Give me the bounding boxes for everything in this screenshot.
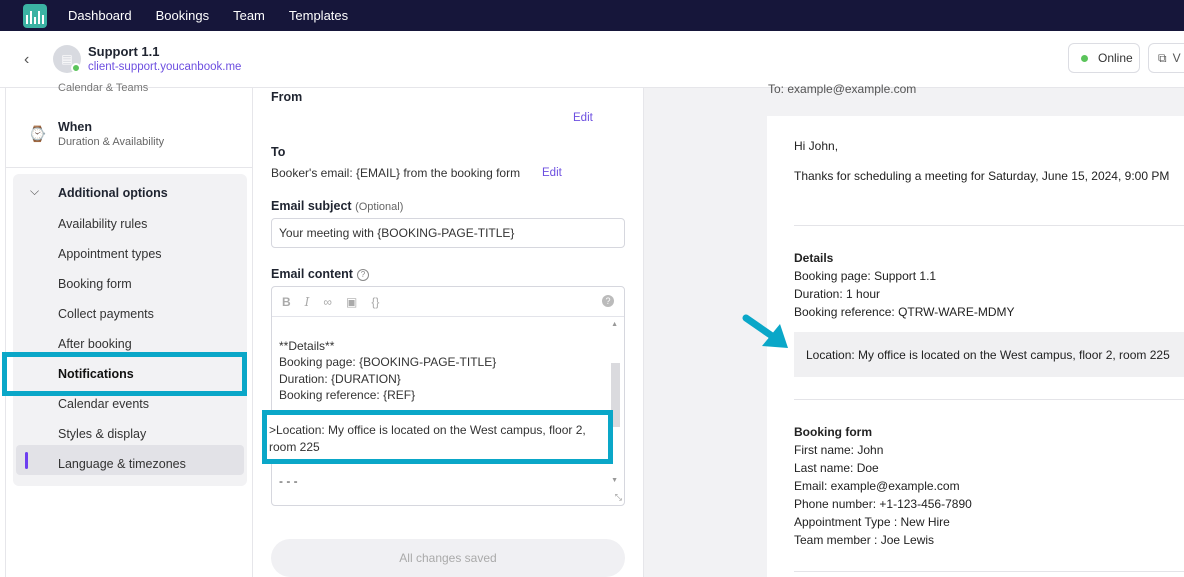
email-preview-panel: To: example@example.com Hi John, Thanks … bbox=[643, 82, 1184, 577]
scroll-down-icon[interactable]: ▼ bbox=[611, 477, 618, 484]
details-line: Duration: 1 hour bbox=[794, 287, 881, 301]
save-button[interactable]: All changes saved bbox=[271, 539, 625, 577]
form-line: Last name: Doe bbox=[794, 461, 879, 475]
form-line: Appointment Type : New Hire bbox=[794, 515, 950, 529]
sidebar-item-collect-payments[interactable]: Collect payments bbox=[58, 307, 154, 321]
details-line: Booking reference: QTRW-WARE-MDMY bbox=[794, 305, 1015, 319]
email-preview-card: Hi John, Thanks for scheduling a meeting… bbox=[767, 116, 1184, 577]
divider bbox=[794, 571, 1184, 572]
booking-form-title: Booking form bbox=[794, 425, 872, 439]
form-line: First name: John bbox=[794, 443, 884, 457]
content-line: Booking page: {BOOKING-PAGE-TITLE} bbox=[279, 355, 497, 369]
arrow-annotation-icon bbox=[742, 314, 788, 348]
content-line: - - - bbox=[279, 474, 298, 488]
details-line: Booking page: Support 1.1 bbox=[794, 269, 937, 283]
view-page-button[interactable]: ⧉ V bbox=[1148, 43, 1184, 73]
location-line: >Location: My office is located on the W… bbox=[269, 423, 586, 454]
formatting-toolbar: B I ∞ ▣ {} ? bbox=[272, 287, 624, 317]
resize-handle-icon[interactable]: ⤡ bbox=[615, 492, 622, 503]
to-text: Booker's email: {EMAIL} from the booking… bbox=[271, 166, 521, 180]
additional-options-title[interactable]: Additional options bbox=[13, 186, 168, 200]
from-edit-link[interactable]: Edit bbox=[573, 112, 593, 124]
code-icon[interactable]: {} bbox=[371, 295, 379, 309]
scroll-up-icon[interactable]: ▲ bbox=[611, 321, 618, 328]
preview-to-line: To: example@example.com bbox=[768, 82, 917, 96]
page-header: ‹ ▤ Support 1.1 client-support.youcanboo… bbox=[0, 31, 1184, 88]
divider bbox=[794, 399, 1184, 400]
when-subtitle: Duration & Availability bbox=[58, 136, 165, 148]
help-icon[interactable]: ? bbox=[356, 268, 369, 281]
subject-input[interactable]: Your meeting with {BOOKING-PAGE-TITLE} bbox=[271, 218, 625, 248]
online-status-button[interactable]: Online bbox=[1068, 43, 1140, 73]
preview-location: Location: My office is located on the We… bbox=[806, 348, 1170, 362]
link-icon[interactable]: ∞ bbox=[323, 295, 332, 309]
location-band: Location: My office is located on the We… bbox=[794, 332, 1184, 377]
notifications-highlight-box bbox=[2, 352, 247, 396]
view-label: V bbox=[1172, 51, 1181, 65]
when-title: When bbox=[58, 120, 93, 134]
image-icon[interactable]: ▣ bbox=[346, 295, 357, 309]
status-dot bbox=[71, 63, 81, 73]
sidebar-item-calendar-events[interactable]: Calendar events bbox=[58, 397, 149, 411]
content-label: Email content? bbox=[271, 267, 369, 281]
page-url-link[interactable]: client-support.youcanbook.me bbox=[88, 61, 241, 73]
sidebar-item-booking-form[interactable]: Booking form bbox=[58, 277, 132, 291]
divider bbox=[794, 225, 1184, 226]
sidebar-item-after-booking[interactable]: After booking bbox=[58, 337, 132, 351]
back-icon[interactable]: ‹ bbox=[24, 51, 29, 69]
bold-icon[interactable]: B bbox=[282, 295, 291, 309]
sidebar-item-appointment-types[interactable]: Appointment types bbox=[58, 247, 162, 261]
italic-icon[interactable]: I bbox=[305, 295, 310, 309]
form-line: Email: example@example.com bbox=[794, 479, 960, 493]
to-edit-link[interactable]: Edit bbox=[542, 167, 562, 179]
content-label-text: Email content bbox=[271, 267, 353, 281]
content-line: Booking reference: {REF} bbox=[279, 388, 416, 402]
sidebar-item-availability-rules[interactable]: Availability rules bbox=[58, 217, 147, 231]
form-line: Team member : Joe Lewis bbox=[794, 533, 935, 547]
sidebar-item-when[interactable]: ⌚ When Duration & Availability bbox=[6, 116, 252, 168]
nav-dashboard[interactable]: Dashboard bbox=[68, 8, 132, 23]
online-label: Online bbox=[1098, 51, 1133, 65]
preview-intro: Thanks for scheduling a meeting for Satu… bbox=[794, 169, 1170, 183]
nav-templates[interactable]: Templates bbox=[289, 8, 348, 23]
watch-icon: ⌚ bbox=[28, 126, 47, 143]
online-dot-icon bbox=[1081, 54, 1088, 62]
logo-icon[interactable] bbox=[23, 3, 47, 28]
subject-label: Email subject (Optional) bbox=[271, 199, 403, 213]
page-title: Support 1.1 bbox=[88, 44, 160, 59]
settings-sidebar: Calendar & Teams ⌚ When Duration & Avail… bbox=[5, 82, 253, 577]
sidebar-item-styles-display[interactable]: Styles & display bbox=[58, 427, 146, 441]
toolbar-help-icon[interactable]: ? bbox=[602, 295, 614, 307]
sidebar-cut-text: Calendar & Teams bbox=[58, 82, 149, 94]
details-title: Details bbox=[794, 251, 834, 265]
additional-options-section: ⌵ Additional options Availability rules … bbox=[13, 174, 247, 486]
nav-team[interactable]: Team bbox=[233, 8, 265, 23]
top-nav: Dashboard Bookings Team Templates bbox=[0, 0, 1184, 31]
external-link-icon: ⧉ bbox=[1158, 50, 1167, 65]
nav-bookings[interactable]: Bookings bbox=[156, 8, 209, 23]
from-label: From bbox=[271, 90, 303, 104]
subject-optional-note: (Optional) bbox=[355, 201, 404, 213]
subject-label-text: Email subject bbox=[271, 199, 352, 213]
sidebar-item-language-timezones[interactable]: Language & timezones bbox=[58, 457, 186, 471]
content-line: Duration: {DURATION} bbox=[279, 372, 401, 386]
preview-greeting: Hi John, bbox=[794, 139, 839, 153]
email-content-textarea[interactable]: B I ∞ ▣ {} ? ▲ ▼ **Details** Booking pag… bbox=[271, 286, 625, 506]
to-label: To bbox=[271, 145, 286, 159]
form-line: Phone number: +1-123-456-7890 bbox=[794, 497, 972, 511]
content-line: **Details** bbox=[279, 339, 335, 353]
active-item-indicator bbox=[25, 452, 28, 469]
email-editor-panel: From Edit To Booker's email: {EMAIL} fro… bbox=[253, 88, 643, 577]
